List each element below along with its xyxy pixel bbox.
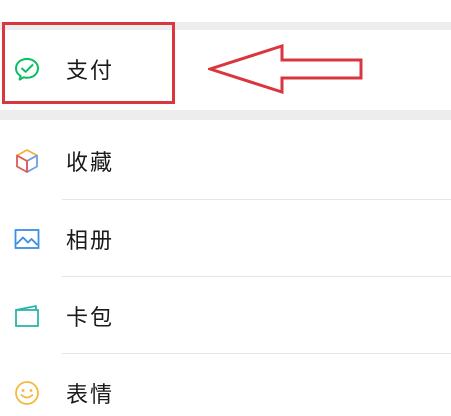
card-wallet-icon [12, 301, 42, 331]
section-gap [0, 22, 451, 30]
pay-group: 支付 [0, 30, 451, 110]
menu-item-album-label: 相册 [66, 229, 115, 254]
menu-list: 收藏 相册 卡包 表情 [0, 120, 451, 416]
menu-item-stickers[interactable]: 表情 [0, 354, 451, 416]
menu-item-album[interactable]: 相册 [0, 200, 451, 278]
menu-item-cards[interactable]: 卡包 [0, 277, 451, 355]
menu-item-pay-label: 支付 [66, 59, 115, 84]
menu-item-stickers-label: 表情 [66, 383, 115, 408]
screen: 支付 收藏 相册 卡包 表情 [0, 0, 451, 416]
cube-icon [12, 146, 42, 176]
menu-item-cards-label: 卡包 [66, 306, 115, 331]
smiley-icon [12, 378, 42, 408]
menu-item-favorites[interactable]: 收藏 [0, 122, 451, 200]
top-strip [0, 0, 451, 22]
menu-item-favorites-label: 收藏 [66, 151, 115, 176]
menu-item-pay[interactable]: 支付 [0, 30, 451, 108]
pay-check-icon [12, 54, 42, 84]
picture-icon [12, 224, 42, 254]
